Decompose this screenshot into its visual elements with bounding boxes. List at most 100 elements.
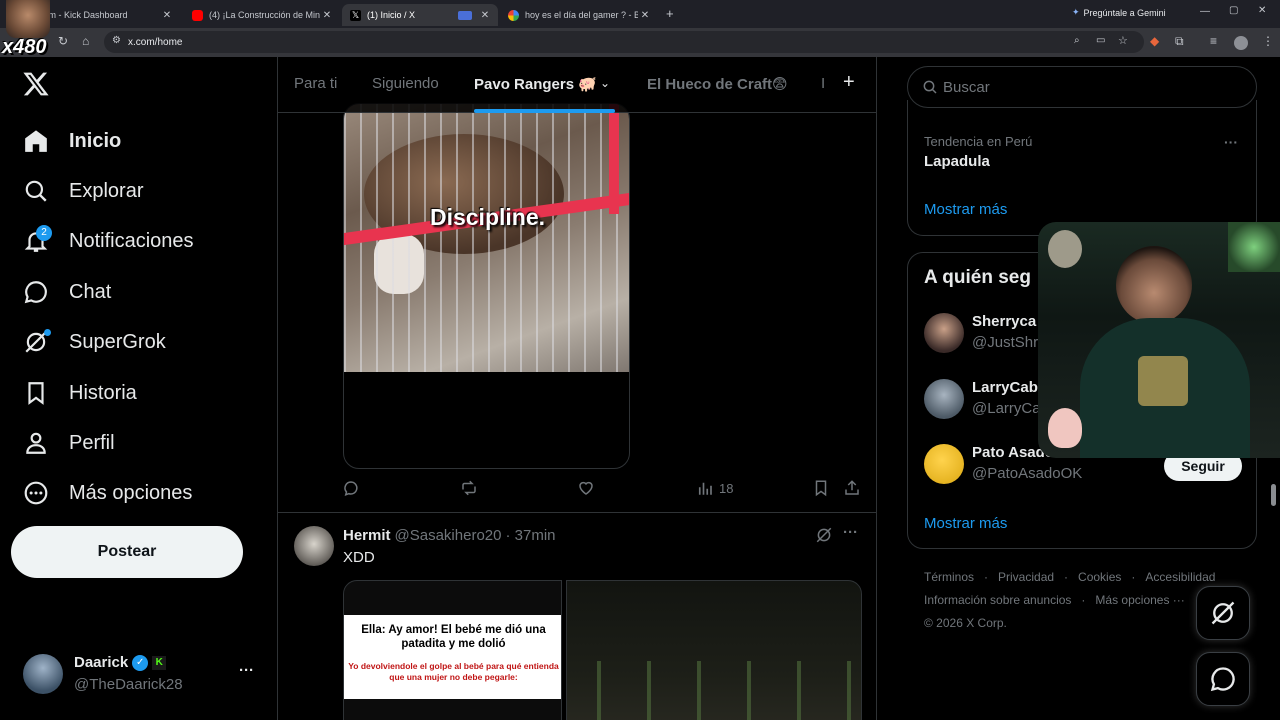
post-2[interactable]: Hermit @Sasakihero20 · 37min ··· XDD Ell… xyxy=(278,514,876,720)
webcam-overlay xyxy=(1038,222,1280,458)
gemini-button[interactable]: ✦ Pregúntale a Gemini xyxy=(1072,7,1166,18)
minimize-button[interactable]: — xyxy=(1200,6,1210,17)
nav-item-chat[interactable]: Chat xyxy=(22,272,111,312)
address-bar[interactable]: ⚙ x.com/home ⌕ ▭ ☆ xyxy=(104,31,1144,53)
scrollbar-thumb[interactable] xyxy=(1271,484,1276,506)
post-time[interactable]: · 37min xyxy=(505,527,555,544)
reply-button[interactable] xyxy=(342,479,360,497)
nav-item-notificaciones[interactable]: 2 Notificaciones xyxy=(22,221,194,261)
avatar xyxy=(924,379,964,419)
fence-shape xyxy=(597,661,857,720)
like-button[interactable] xyxy=(577,479,595,497)
account-more-icon[interactable]: ··· xyxy=(239,662,254,679)
trends-card: Tendencia en Perú Lapadula ··· Mostrar m… xyxy=(907,100,1257,236)
nav-item-explorar[interactable]: Explorar xyxy=(22,171,143,211)
grok-float-button[interactable] xyxy=(1196,586,1250,640)
tab-para-ti[interactable]: Para ti xyxy=(294,75,337,92)
nav-item-inicio[interactable]: Inicio xyxy=(22,121,121,161)
tab-el-hueco-de-craft[interactable]: El Hueco de Craft😨 xyxy=(647,75,788,93)
extension-icon[interactable]: ◆ xyxy=(1150,34,1159,48)
zoom-icon[interactable]: ⌕ xyxy=(1074,35,1080,46)
maximize-button[interactable]: ▢ xyxy=(1229,5,1238,16)
video-caption: Discipline. xyxy=(429,204,546,230)
tab-close-icon[interactable]: ✕ xyxy=(160,10,174,21)
grok-explain-icon[interactable] xyxy=(815,526,833,549)
tab-partial[interactable]: I xyxy=(821,75,825,92)
avatar[interactable] xyxy=(294,526,334,566)
share-button[interactable] xyxy=(843,479,861,497)
nav-item-historia[interactable]: Historia xyxy=(22,373,137,413)
post-1[interactable]: Discipline. 18 xyxy=(278,103,876,513)
close-window-button[interactable]: ✕ xyxy=(1258,5,1266,16)
new-tab-button[interactable]: + xyxy=(666,6,674,21)
post-image-dark[interactable] xyxy=(566,580,862,720)
chevron-down-icon[interactable]: ⌄ xyxy=(600,76,610,90)
verified-badge-icon: ✓ xyxy=(132,654,149,671)
nav-label: SuperGrok xyxy=(69,330,166,353)
browser-tab-x[interactable]: 𝕏 (1) Inicio / X ✕ xyxy=(342,4,498,26)
profile-avatar-icon[interactable] xyxy=(1234,36,1248,50)
suggestion-handle: @JustShr xyxy=(972,334,1039,351)
views-button[interactable]: 18 xyxy=(696,479,733,497)
home-browser-icon[interactable]: ⌂ xyxy=(82,34,89,48)
trend-more-icon[interactable]: ··· xyxy=(1224,134,1238,150)
notification-count-badge: 2 xyxy=(36,225,52,241)
x-logo[interactable] xyxy=(22,70,52,100)
video-media[interactable]: Discipline. xyxy=(343,103,630,469)
tab-label: (4) ¡La Construcción de Mineco... xyxy=(209,10,320,20)
footer-link[interactable]: Cookies xyxy=(1078,570,1121,584)
footer-link[interactable]: Información sobre anuncios xyxy=(924,593,1071,607)
home-icon xyxy=(22,127,50,155)
star-bookmark-icon[interactable]: ☆ xyxy=(1118,34,1128,47)
tab-close-icon[interactable]: ✕ xyxy=(320,10,334,21)
x-favicon-icon: 𝕏 xyxy=(350,9,361,21)
browser-menu-icon[interactable]: ⋮ xyxy=(1262,34,1274,48)
footer-link[interactable]: Privacidad xyxy=(998,570,1054,584)
bell-icon: 2 xyxy=(22,225,52,255)
post-image-meme[interactable]: Ella: Ay amor! El bebé me dió una patadi… xyxy=(343,580,562,720)
browser-tab-google[interactable]: hoy es el día del gamer ? - Busc ✕ xyxy=(500,4,658,26)
nav-label: Más opciones xyxy=(69,481,193,504)
tab-close-icon[interactable]: ✕ xyxy=(638,10,652,21)
bookmark-button[interactable] xyxy=(812,479,830,497)
tab-siguiendo[interactable]: Siguiendo xyxy=(372,75,439,92)
add-list-button[interactable]: + xyxy=(843,71,855,94)
kick-badge-icon: K xyxy=(152,655,167,670)
trend-name[interactable]: Lapadula xyxy=(924,153,990,170)
browser-tab-youtube[interactable]: (4) ¡La Construcción de Mineco... ✕ xyxy=(184,4,340,26)
suggestion-name: Sherryca xyxy=(972,313,1037,330)
repost-button[interactable] xyxy=(459,479,479,497)
bookmark-post-icon xyxy=(815,480,827,497)
tab-pavo-rangers[interactable]: Pavo Rangers 🐖 xyxy=(474,75,597,93)
media-control-icon[interactable]: ≡ xyxy=(1210,34,1217,48)
author-handle[interactable]: @Sasakihero20 xyxy=(395,527,502,544)
avatar xyxy=(924,313,964,353)
nav-item-mas-opciones[interactable]: Más opciones xyxy=(22,473,192,513)
post-more-icon[interactable]: ··· xyxy=(843,524,858,541)
account-name-row: Daarick ✓ K xyxy=(74,654,167,671)
show-more-link[interactable]: Mostrar más xyxy=(924,515,1007,532)
extensions-puzzle-icon[interactable]: ⧉ xyxy=(1175,34,1184,49)
footer-link[interactable]: Términos xyxy=(924,570,974,584)
show-more-link[interactable]: Mostrar más xyxy=(924,201,1007,218)
tab-label: (1) Inicio / X xyxy=(367,10,416,20)
share-icon xyxy=(845,480,859,495)
site-info-icon[interactable]: ⚙ xyxy=(112,35,121,46)
tab-close-icon[interactable]: ✕ xyxy=(478,10,492,21)
nav-item-perfil[interactable]: Perfil xyxy=(22,423,115,463)
footer-link[interactable]: Más opciones ··· xyxy=(1095,593,1184,607)
suggestion-name: LarryCab xyxy=(972,379,1038,396)
footer-link[interactable]: Accesibilidad xyxy=(1145,570,1215,584)
timeline-column: Para ti Siguiendo Pavo Rangers 🐖 ⌄ El Hu… xyxy=(277,57,877,720)
messages-float-button[interactable] xyxy=(1196,652,1250,706)
post-button[interactable]: Postear xyxy=(11,526,243,578)
author-name[interactable]: Hermit xyxy=(343,527,391,544)
cast-icon[interactable]: ▭ xyxy=(1096,35,1105,46)
account-switcher[interactable]: Daarick ✓ K @TheDaarick28 ··· xyxy=(11,646,271,702)
nav-item-supergrok[interactable]: SuperGrok xyxy=(22,322,166,362)
youtube-favicon-icon xyxy=(192,9,203,21)
bookmark-icon xyxy=(22,379,50,407)
reload-icon[interactable]: ↻ xyxy=(58,34,68,48)
nav-label: Chat xyxy=(69,280,112,303)
who-to-follow-title: A quién seg xyxy=(924,267,1031,288)
